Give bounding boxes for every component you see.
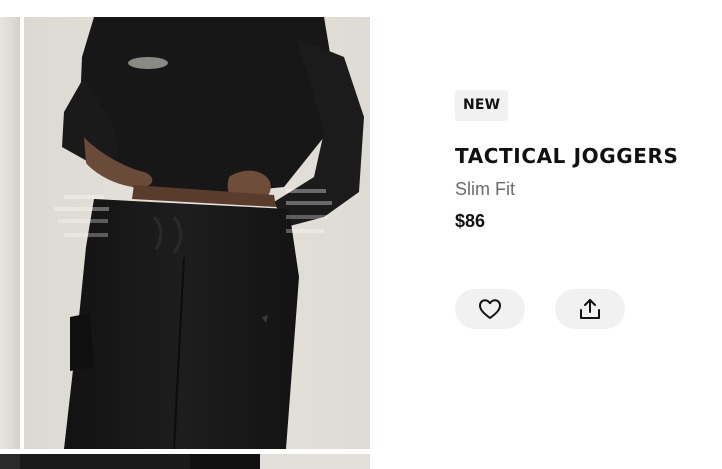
product-photo-illustration — [24, 17, 370, 449]
new-badge: NEW — [455, 90, 509, 121]
product-image-gallery — [0, 0, 370, 469]
product-fit: Slim Fit — [455, 179, 515, 199]
previous-image-edge[interactable] — [0, 17, 20, 449]
share-button[interactable] — [555, 289, 625, 329]
product-info: NEW TACTICAL JOGGERS Slim Fit $86 — [455, 90, 715, 232]
share-upload-icon — [578, 297, 602, 321]
product-price: $86 — [455, 211, 486, 231]
product-title: TACTICAL JOGGERS — [455, 144, 679, 168]
heart-icon — [478, 298, 502, 320]
next-image-edge[interactable] — [0, 454, 370, 469]
product-main-image[interactable] — [24, 17, 370, 449]
wishlist-button[interactable] — [455, 289, 525, 329]
next-photo-illustration — [0, 454, 370, 469]
